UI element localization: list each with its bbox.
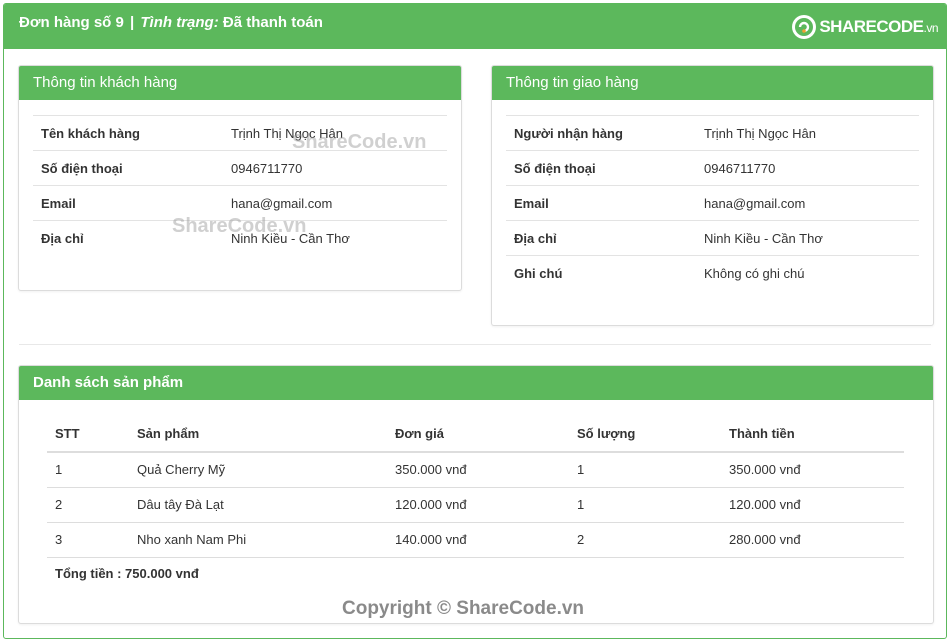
receiver-phone-value: 0946711770: [704, 160, 776, 176]
receiver-name-value: Trịnh Thị Ngọc Hân: [704, 125, 816, 141]
customer-address-label: Địa chỉ: [41, 230, 84, 246]
row-stt: 2: [47, 487, 129, 523]
shipping-info-panel: Thông tin giao hàng Người nhận hàng Trịn…: [491, 65, 934, 326]
customer-email-value: hana@gmail.com: [231, 195, 333, 211]
row-quantity: 2: [569, 522, 721, 558]
column-header-unit-price: Đơn giá: [387, 416, 569, 453]
row-unit-price: 350.000 vnđ: [387, 452, 569, 488]
row-product-name: Dâu tây Đà Lạt: [129, 487, 387, 523]
customer-name-value: Trịnh Thị Ngọc Hân: [231, 125, 343, 141]
customer-name-label: Tên khách hàng: [41, 125, 140, 141]
receiver-address-label: Địa chỉ: [514, 230, 557, 246]
table-row: Ghi chú Không có ghi chú: [506, 255, 919, 291]
row-quantity: 1: [569, 452, 721, 488]
table-row: 2 Dâu tây Đà Lạt 120.000 vnđ 1 120.000 v…: [47, 487, 904, 523]
row-subtotal: 280.000 vnđ: [721, 522, 904, 558]
column-header-quantity: Số lượng: [569, 416, 721, 453]
product-table: STT Sản phẩm Đơn giá Số lượng Thành tiền…: [47, 416, 904, 558]
table-header-row: STT Sản phẩm Đơn giá Số lượng Thành tiền: [47, 416, 904, 453]
column-header-stt: STT: [47, 416, 129, 453]
receiver-name-label: Người nhận hàng: [514, 125, 623, 141]
row-subtotal: 120.000 vnđ: [721, 487, 904, 523]
table-row: 1 Quả Cherry Mỹ 350.000 vnđ 1 350.000 vn…: [47, 452, 904, 488]
order-header: Đơn hàng số 9 | Tình trạng: Đã thanh toá…: [4, 4, 946, 49]
order-title: Đơn hàng số 9 | Tình trạng: Đã thanh toá…: [19, 14, 323, 31]
table-row: 3 Nho xanh Nam Phi 140.000 vnđ 2 280.000…: [47, 522, 904, 558]
table-row: Số điện thoại 0946711770: [33, 150, 447, 186]
order-number: Đơn hàng số 9: [19, 14, 124, 31]
shipping-info-heading: Thông tin giao hàng: [492, 66, 933, 100]
sharecode-logo: SHARECODE.vn: [791, 13, 938, 41]
shipping-info-table: Người nhận hàng Trịnh Thị Ngọc Hân Số đi…: [506, 115, 919, 291]
table-row: Người nhận hàng Trịnh Thị Ngọc Hân: [506, 115, 919, 151]
receiver-email-label: Email: [514, 195, 549, 211]
customer-phone-label: Số điện thoại: [41, 160, 123, 176]
row-stt: 3: [47, 522, 129, 558]
status-label: Tình trạng:: [140, 14, 219, 31]
row-stt: 1: [47, 452, 129, 488]
customer-info-table: Tên khách hàng Trịnh Thị Ngọc Hân Số điệ…: [33, 115, 447, 256]
copyright-watermark: Copyright © ShareCode.vn: [342, 598, 585, 619]
table-row: Địa chỉ Ninh Kiều - Cần Thơ: [506, 220, 919, 256]
customer-phone-value: 0946711770: [231, 160, 303, 176]
note-label: Ghi chú: [514, 265, 563, 281]
customer-email-label: Email: [41, 195, 76, 211]
table-row: Số điện thoại 0946711770: [506, 150, 919, 186]
table-row: Email hana@gmail.com: [506, 185, 919, 221]
column-header-product: Sản phẩm: [129, 416, 387, 453]
receiver-address-value: Ninh Kiều - Cần Thơ: [704, 230, 823, 246]
order-total: Tổng tiền : 750.000 vnđ: [55, 566, 199, 581]
customer-info-heading: Thông tin khách hàng: [19, 66, 461, 100]
column-header-subtotal: Thành tiền: [721, 416, 904, 453]
row-product-name: Quả Cherry Mỹ: [129, 452, 387, 488]
section-divider: [19, 344, 931, 345]
row-quantity: 1: [569, 487, 721, 523]
row-subtotal: 350.000 vnđ: [721, 452, 904, 488]
row-product-name: Nho xanh Nam Phi: [129, 522, 387, 558]
table-row: Email hana@gmail.com: [33, 185, 447, 221]
order-detail-frame: Đơn hàng số 9 | Tình trạng: Đã thanh toá…: [3, 3, 947, 639]
title-separator: |: [130, 14, 135, 31]
note-value: Không có ghi chú: [704, 265, 805, 281]
row-unit-price: 120.000 vnđ: [387, 487, 569, 523]
product-list-heading: Danh sách sản phẩm: [19, 366, 933, 400]
receiver-phone-label: Số điện thoại: [514, 160, 596, 176]
table-row: Tên khách hàng Trịnh Thị Ngọc Hân: [33, 115, 447, 151]
customer-address-value: Ninh Kiều - Cần Thơ: [231, 230, 350, 246]
row-unit-price: 140.000 vnđ: [387, 522, 569, 558]
status-value: Đã thanh toán: [222, 14, 323, 31]
sharecode-logo-text: SHARECODE.vn: [819, 17, 938, 36]
sharecode-logo-icon: [792, 15, 817, 39]
product-list-panel: Danh sách sản phẩm STT Sản phẩm Đơn giá …: [18, 365, 934, 624]
customer-info-panel: Thông tin khách hàng Tên khách hàng Trịn…: [18, 65, 462, 291]
receiver-email-value: hana@gmail.com: [704, 195, 806, 211]
table-row: Địa chỉ Ninh Kiều - Cần Thơ: [33, 220, 447, 256]
